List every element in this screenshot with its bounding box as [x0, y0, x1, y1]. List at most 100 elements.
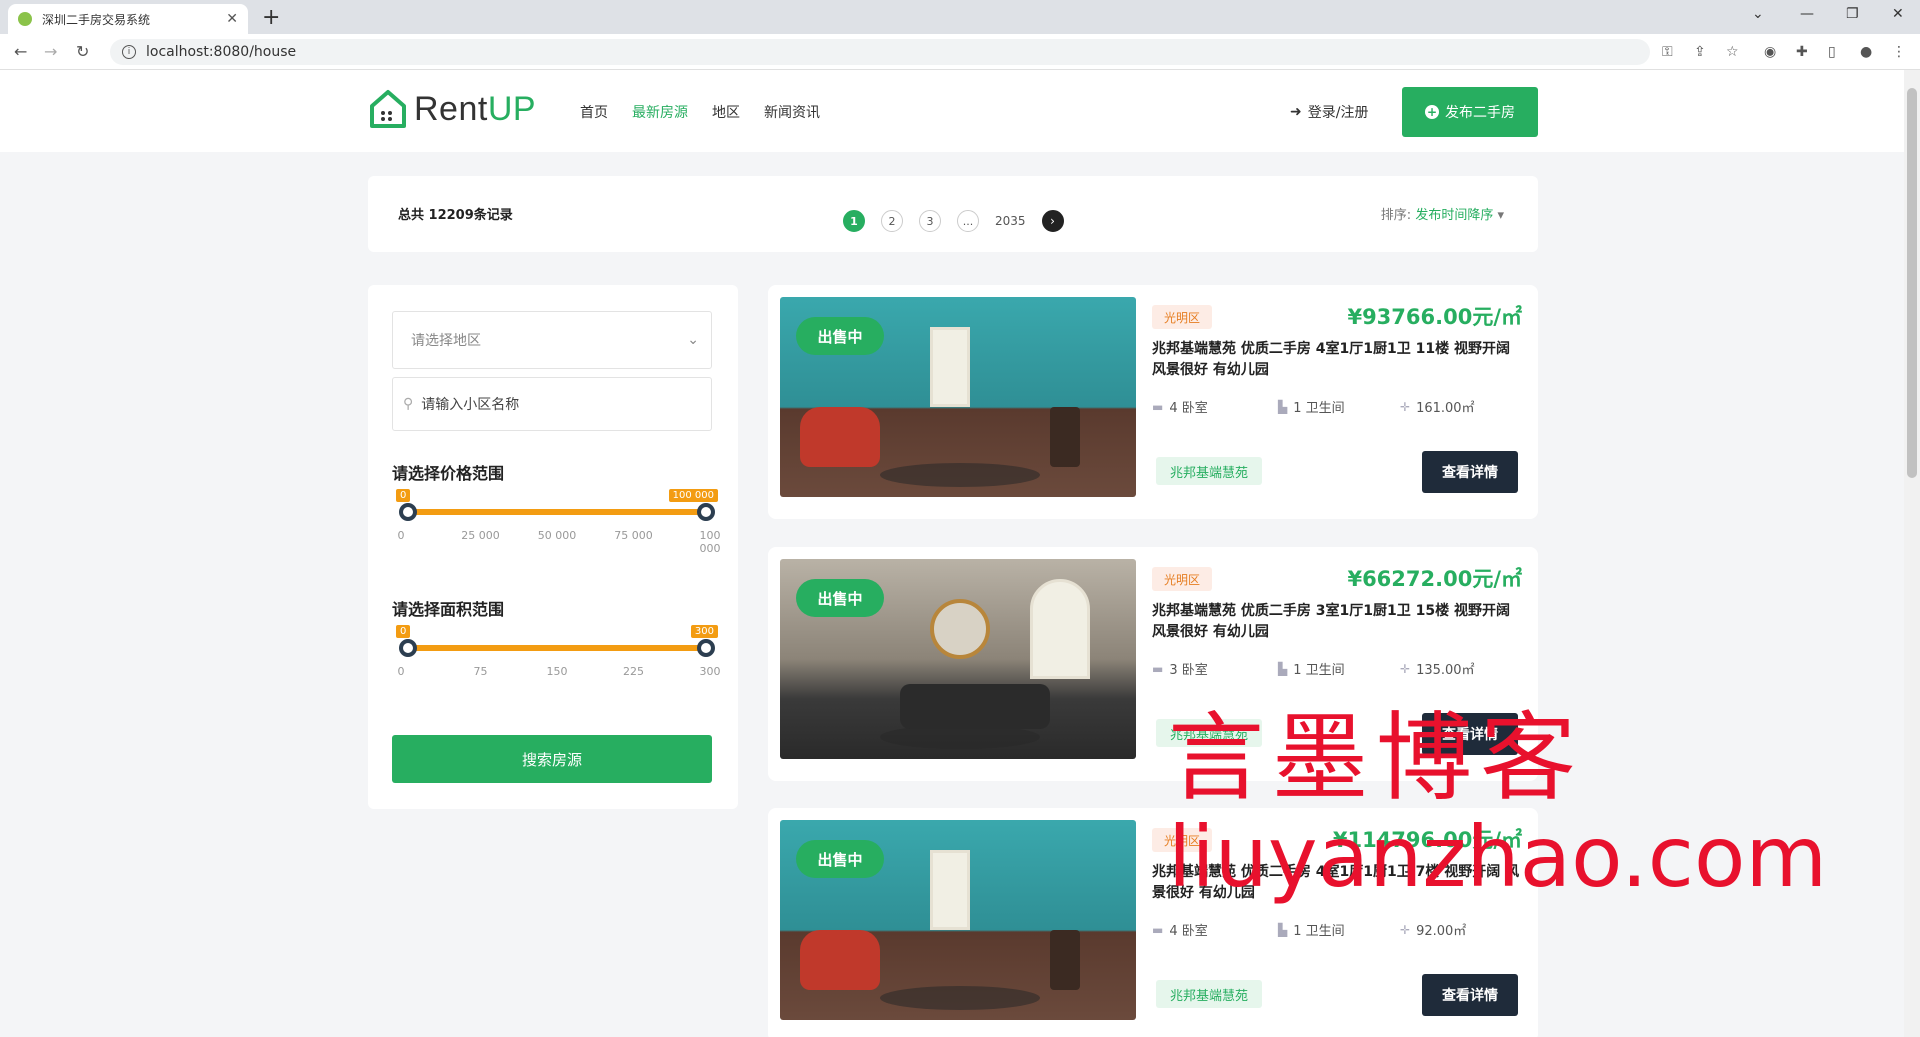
- scrollbar-thumb[interactable]: [1907, 88, 1917, 478]
- share-icon[interactable]: ⇪: [1694, 44, 1706, 60]
- reload-icon[interactable]: ↻: [76, 42, 89, 61]
- area-min-handle[interactable]: [399, 639, 417, 657]
- bed-icon: ▬: [1152, 922, 1164, 937]
- next-page-icon[interactable]: ›: [1041, 210, 1064, 232]
- url-text: localhost:8080/house: [146, 44, 297, 60]
- logo[interactable]: RentUP: [368, 88, 536, 130]
- status-badge: 出售中: [796, 579, 884, 617]
- publish-house-button[interactable]: + 发布二手房: [1402, 87, 1538, 137]
- bed-icon: ▬: [1152, 399, 1164, 414]
- listing-title[interactable]: 兆邦基端慧苑 优质二手房 4室1厅1厨1卫 11楼 视野开阔 风景很好 有幼儿园: [1152, 339, 1522, 381]
- area-max-bubble: 300: [690, 625, 718, 638]
- area-max-handle[interactable]: [697, 639, 715, 657]
- browser-toolbar: ← → ↻ i localhost:8080/house ⚿ ⇪ ☆ ◉ ✚ ▯…: [0, 34, 1920, 70]
- nav-news[interactable]: 新闻资讯: [764, 102, 820, 122]
- district-tag: 光明区: [1152, 567, 1213, 591]
- tab-search-icon[interactable]: ⌄: [1752, 6, 1764, 22]
- listing-photo[interactable]: 出售中: [780, 820, 1136, 1020]
- area-tick: 75: [473, 665, 488, 678]
- main-nav: 首页 最新房源 地区 新闻资讯: [580, 102, 820, 122]
- menu-kebab-icon[interactable]: ⋮: [1892, 44, 1906, 60]
- area-tick: 300: [699, 665, 721, 678]
- minimize-icon[interactable]: —: [1800, 6, 1814, 22]
- listing-meta: ▬ 4 卧室 ▙ 1 卫生间 ✛ 92.00㎡: [1152, 920, 1522, 940]
- new-tab-icon[interactable]: +: [262, 5, 280, 30]
- listing-title[interactable]: 兆邦基端慧苑 优质二手房 3室1厅1厨1卫 15楼 视野开阔 风景很好 有幼儿园: [1152, 601, 1522, 643]
- page-1[interactable]: 1: [843, 210, 865, 232]
- region-select-value: 请选择地区: [411, 333, 481, 349]
- house-logo-icon: [370, 90, 406, 128]
- listing-photo[interactable]: 出售中: [780, 297, 1136, 497]
- key-icon[interactable]: ⚿: [1662, 44, 1673, 60]
- chevron-down-icon: ⌄: [687, 332, 699, 348]
- page-scrollbar[interactable]: [1904, 70, 1920, 1037]
- publish-label: 发布二手房: [1445, 105, 1515, 121]
- bathrooms: 1 卫生间: [1293, 401, 1345, 416]
- forward-icon[interactable]: →: [44, 42, 57, 61]
- page-2[interactable]: 2: [881, 210, 903, 232]
- site-header: RentUP 首页 最新房源 地区 新闻资讯 ➜ 登录/注册 + 发布二手房: [0, 70, 1904, 152]
- view-details-button[interactable]: 查看详情: [1422, 974, 1518, 1016]
- community-search-input[interactable]: ⚲ 请输入小区名称: [392, 377, 712, 431]
- info-icon[interactable]: i: [122, 45, 136, 59]
- bath-icon: ▙: [1278, 661, 1288, 676]
- browser-tab-bar: 深圳二手房交易系统 ✕ + ⌄ — ❐ ✕: [0, 0, 1920, 34]
- back-icon[interactable]: ←: [14, 42, 27, 61]
- sort-dropdown[interactable]: 排序: 发布时间降序 ▾: [1381, 204, 1504, 223]
- photo-window: [930, 850, 970, 930]
- area-tick: 150: [546, 665, 568, 678]
- area: 161.00㎡: [1416, 401, 1475, 416]
- close-window-icon[interactable]: ✕: [1892, 6, 1904, 22]
- restore-icon[interactable]: ❐: [1846, 6, 1859, 22]
- side-panel-icon[interactable]: ▯: [1828, 44, 1836, 60]
- browser-tab[interactable]: 深圳二手房交易系统 ✕: [8, 4, 248, 34]
- photo-chair: [1050, 930, 1080, 990]
- sign-in-icon: ➜: [1290, 104, 1302, 120]
- price-min-handle[interactable]: [399, 503, 417, 521]
- area-icon: ✛: [1400, 399, 1411, 414]
- login-register-link[interactable]: ➜ 登录/注册: [1290, 102, 1368, 122]
- close-tab-icon[interactable]: ✕: [226, 11, 238, 27]
- photo-rug: [880, 986, 1040, 1010]
- address-bar[interactable]: i localhost:8080/house: [110, 39, 1650, 65]
- listing-photo[interactable]: 出售中: [780, 559, 1136, 759]
- area-range-slider[interactable]: 0 300 0 75 150 225 300: [396, 625, 721, 678]
- listing-title[interactable]: 兆邦基端慧苑 优质二手房 4室1厅1厨1卫 7楼 视野开阔 风景很好 有幼儿园: [1152, 862, 1522, 904]
- nav-region[interactable]: 地区: [712, 102, 740, 122]
- photo-rug: [880, 463, 1040, 487]
- price-range-slider[interactable]: 0 100 000 0 25 000 50 000 75 000 100 000: [396, 489, 721, 555]
- logo-text-main: Rent: [414, 89, 488, 128]
- view-details-button[interactable]: 查看详情: [1422, 451, 1518, 493]
- price-tick: 25 000: [461, 529, 500, 542]
- profile-icon[interactable]: ●: [1860, 44, 1872, 60]
- bookmark-star-icon[interactable]: ☆: [1726, 44, 1739, 60]
- listing-card: 出售中 光明区 ¥93766.00元/㎡ 兆邦基端慧苑 优质二手房 4室1厅1厨…: [768, 285, 1538, 519]
- price-min-bubble: 0: [396, 489, 411, 502]
- bedrooms: 4 卧室: [1169, 924, 1208, 939]
- page-last[interactable]: 2035: [995, 210, 1026, 232]
- nav-latest[interactable]: 最新房源: [632, 102, 688, 122]
- search-houses-button[interactable]: 搜索房源: [392, 735, 712, 783]
- district-tag: 光明区: [1152, 305, 1213, 329]
- view-details-button[interactable]: 查看详情: [1422, 713, 1518, 755]
- nav-home[interactable]: 首页: [580, 102, 608, 122]
- community-tag[interactable]: 兆邦基端慧苑: [1156, 719, 1263, 747]
- community-tag[interactable]: 兆邦基端慧苑: [1156, 457, 1263, 485]
- extensions-puzzle-icon[interactable]: ✚: [1796, 44, 1808, 60]
- listing-card: 出售中 光明区 ¥114796.00元/㎡ 兆邦基端慧苑 优质二手房 4室1厅1…: [768, 808, 1538, 1037]
- community-tag[interactable]: 兆邦基端慧苑: [1156, 980, 1263, 1008]
- photo-red-sofa: [800, 930, 880, 990]
- bathrooms: 1 卫生间: [1293, 924, 1345, 939]
- price-max-handle[interactable]: [697, 503, 715, 521]
- sort-label: 排序:: [1380, 208, 1412, 223]
- page-ellipsis[interactable]: ...: [957, 210, 979, 232]
- district-tag: 光明区: [1152, 828, 1213, 852]
- extension-color-icon[interactable]: ◉: [1764, 44, 1776, 60]
- page-3[interactable]: 3: [919, 210, 941, 232]
- area: 135.00㎡: [1416, 663, 1475, 678]
- results-summary-bar: 总共 12209条记录 1 2 3 ... 2035 › 排序: 发布时间降序 …: [368, 176, 1538, 252]
- region-select[interactable]: 请选择地区 ⌄: [392, 311, 712, 369]
- listing-meta: ▬ 3 卧室 ▙ 1 卫生间 ✛ 135.00㎡: [1152, 659, 1522, 679]
- price-range-title: 请选择价格范围: [392, 464, 505, 483]
- search-icon: ⚲: [403, 396, 414, 412]
